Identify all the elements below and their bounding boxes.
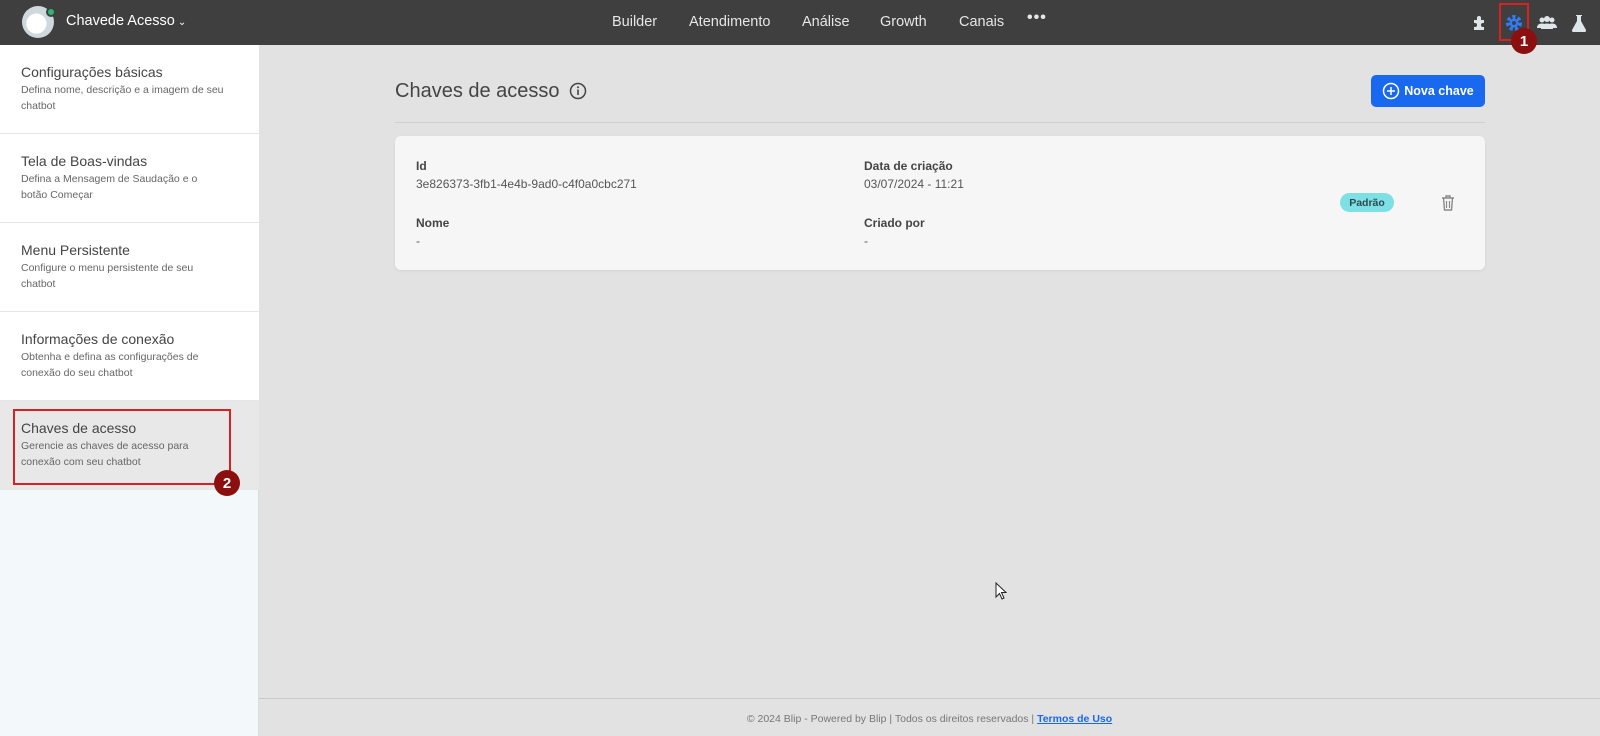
more-menu-icon[interactable]: ••• bbox=[1027, 9, 1047, 27]
creator-label: Criado por bbox=[864, 216, 925, 230]
footer-text: © 2024 Blip - Powered by Blip | Todos os… bbox=[746, 713, 1035, 725]
bot-name-label: Chavede Acesso bbox=[66, 13, 175, 29]
sidebar-item-configuracoes-basicas[interactable]: Configurações básicas Defina nome, descr… bbox=[0, 45, 259, 134]
access-key-card: Id 3e826373-3fb1-4e4b-9ad0-c4f0a0cbc271 … bbox=[395, 136, 1485, 270]
name-value: - bbox=[416, 234, 420, 248]
name-label: Nome bbox=[416, 216, 450, 230]
sidebar-item-title: Tela de Boas-vindas bbox=[21, 153, 148, 169]
info-icon[interactable] bbox=[569, 82, 587, 100]
sidebar-item-desc: Defina nome, descrição e a imagem de seu… bbox=[21, 84, 224, 112]
sidebar-item-desc: Obtenha e defina as configurações de con… bbox=[21, 351, 199, 379]
annotation-badge-2: 2 bbox=[214, 470, 240, 496]
default-badge: Padrão bbox=[1340, 193, 1394, 212]
title-divider bbox=[395, 122, 1485, 123]
created-value: 03/07/2024 - 11:21 bbox=[864, 177, 964, 191]
sidebar-item-title: Configurações básicas bbox=[21, 64, 163, 80]
users-icon[interactable] bbox=[1536, 12, 1558, 34]
online-status-dot bbox=[46, 7, 56, 17]
created-label: Data de criação bbox=[864, 159, 953, 173]
nav-builder[interactable]: Builder bbox=[612, 14, 657, 30]
creator-value: - bbox=[864, 234, 868, 248]
sidebar-item-informacoes-conexao[interactable]: Informações de conexão Obtenha e defina … bbox=[0, 312, 259, 401]
nav-analise[interactable]: Análise bbox=[802, 14, 850, 30]
footer: © 2024 Blip - Powered by Blip | Todos os… bbox=[259, 698, 1600, 736]
sidebar-item-title: Informações de conexão bbox=[21, 331, 175, 347]
nav-canais[interactable]: Canais bbox=[959, 14, 1004, 30]
sidebar-item-title: Menu Persistente bbox=[21, 242, 130, 258]
sidebar-item-desc: Configure o menu persistente de seu chat… bbox=[21, 262, 194, 290]
nav-atendimento[interactable]: Atendimento bbox=[689, 14, 770, 30]
highlight-box-chaves bbox=[13, 409, 231, 485]
sidebar-item-menu-persistente[interactable]: Menu Persistente Configure o menu persis… bbox=[0, 223, 259, 312]
id-label: Id bbox=[416, 159, 427, 173]
puzzle-icon[interactable] bbox=[1470, 12, 1492, 34]
trash-icon[interactable] bbox=[1439, 193, 1457, 213]
new-key-button[interactable]: Nova chave bbox=[1371, 75, 1485, 107]
terms-link[interactable]: Termos de Uso bbox=[1037, 713, 1112, 725]
nav-growth[interactable]: Growth bbox=[880, 14, 927, 30]
chevron-down-icon: ⌄ bbox=[177, 17, 187, 28]
sidebar-item-boas-vindas[interactable]: Tela de Boas-vindas Defina a Mensagem de… bbox=[0, 134, 259, 223]
flask-icon[interactable] bbox=[1568, 12, 1590, 34]
id-value: 3e826373-3fb1-4e4b-9ad0-c4f0a0cbc271 bbox=[416, 177, 637, 191]
sidebar-item-desc: Defina a Mensagem de Saudação e o botão … bbox=[21, 173, 198, 201]
annotation-badge-1: 1 bbox=[1511, 28, 1537, 54]
plus-circle-icon bbox=[1383, 82, 1400, 100]
page-title: Chaves de acesso bbox=[395, 80, 560, 102]
bot-selector[interactable]: Chavede Acesso ⌄ bbox=[66, 13, 186, 29]
new-key-label: Nova chave bbox=[1404, 84, 1474, 98]
top-bar: Chavede Acesso ⌄ Builder Atendimento Anál… bbox=[0, 0, 1600, 45]
settings-sidebar: Configurações básicas Defina nome, descr… bbox=[0, 45, 259, 736]
mouse-cursor-icon bbox=[995, 581, 1008, 600]
